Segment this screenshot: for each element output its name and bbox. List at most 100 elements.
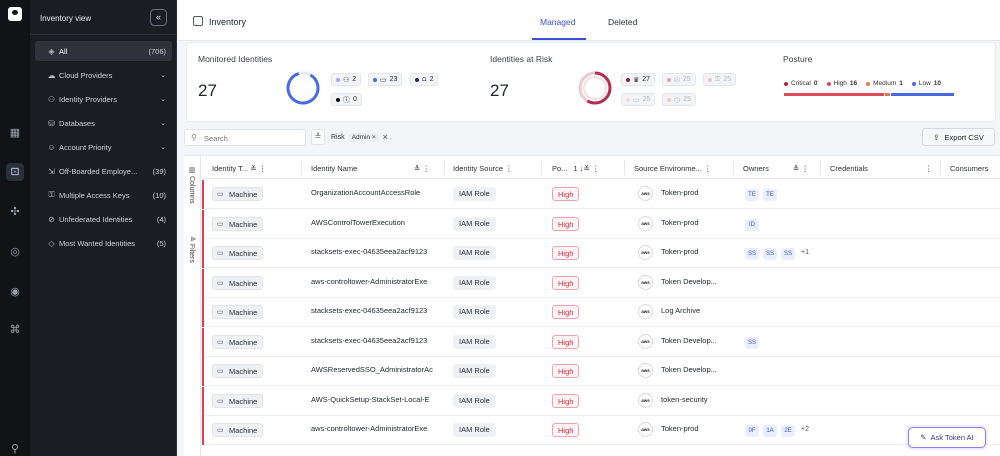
risk-chip-screen[interactable]: ▭ 25 (621, 93, 656, 106)
table-row[interactable]: ▭ Machine OrganizationAccountAccessRole IAM… (202, 180, 1000, 209)
source-environment: Token-prod (661, 217, 699, 227)
clear-filters-icon[interactable]: × (383, 132, 388, 142)
owner-avatar[interactable]: TE (763, 189, 777, 201)
coin-icon[interactable]: ◉ (6, 283, 24, 301)
more-owners[interactable]: +2 (801, 426, 809, 433)
filter-icon[interactable]: ≚ (250, 164, 256, 173)
menu-icon[interactable]: ⋮ (505, 164, 513, 173)
ask-token-ai-button[interactable]: ✎ Ask Token AI (908, 427, 986, 448)
filter-icon[interactable]: ≚ (793, 164, 799, 173)
tab-managed[interactable]: Managed (540, 17, 575, 27)
identity-name[interactable]: aws-controltower-AdministratorExe (311, 277, 439, 286)
owner-avatar[interactable]: TE (745, 189, 759, 201)
monitored-chip-human[interactable]: ⚇ 2 (331, 73, 362, 86)
column-header-consumers[interactable]: Consumers (950, 164, 988, 173)
owner-avatar[interactable]: SS (781, 248, 796, 260)
table-row[interactable]: ▭ Machine stacksets-exec-04635eea2acf9123 I… (202, 327, 1000, 357)
sidebar-item-all[interactable]: ◈ All (706) (35, 41, 172, 61)
table-row[interactable]: ▭ Machine aws-controltower-AdministratorEx… (202, 416, 1000, 445)
menu-icon[interactable]: ⋮ (704, 164, 712, 173)
identity-name[interactable]: AWSControlTowerExecution (311, 218, 439, 227)
menu-icon[interactable]: ⋮ (801, 164, 809, 173)
column-header-identity-name[interactable]: Identity Name (311, 164, 357, 173)
column-header-credentials[interactable]: Credentials (830, 164, 868, 173)
column-header-source-environment[interactable]: Source Environme... ⋮ (634, 164, 712, 173)
chevron-down-icon: ⌄ (160, 72, 166, 79)
menu-icon[interactable]: ⋮ (925, 164, 933, 173)
monitor-icon: ▭ (380, 76, 387, 84)
risk-chip-crown[interactable]: ♛ 27 (621, 73, 656, 86)
table-row[interactable]: ▭ Machine AWSControlTowerExecution IAM Role… (202, 209, 1000, 239)
tab-deleted[interactable]: Deleted (608, 17, 637, 27)
column-header-identity-source[interactable]: Identity Source ⋮ (453, 164, 513, 173)
column-header-credentials-tools[interactable]: ⋮ (925, 164, 933, 173)
owner-avatar[interactable]: ID (745, 218, 759, 231)
filter-icon[interactable]: ≚ (414, 164, 420, 173)
owner-avatar[interactable]: SS (763, 248, 778, 260)
risk-chip-clock[interactable]: ◷ 25 (662, 93, 696, 106)
monitored-chip-service[interactable]: ⩍ 2 (410, 73, 439, 86)
monitored-chip-unknown[interactable]: ⓘ 0 (331, 93, 362, 106)
filters-toggle[interactable]: ≚ Filters (187, 236, 195, 263)
posture-medium-value: 1 (899, 80, 903, 87)
sidebar-item-most-wanted-identities[interactable]: ◇ Most Wanted Identities (5) (35, 233, 172, 253)
source-environment: Token-prod (661, 424, 699, 433)
identity-name[interactable]: stacksets-exec-04635eea2acf9123 (311, 247, 439, 256)
sidebar-item-offboarded-employees[interactable]: ⇲ Off-Boarded Employe... (39) (35, 161, 172, 181)
remove-tag-icon[interactable]: × (372, 134, 376, 141)
export-csv-button[interactable]: ⇪ Export CSV (922, 128, 995, 146)
table-row[interactable]: ▭ Machine stacksets-exec-04635eea2acf9123 I… (202, 239, 1000, 268)
dashboard-icon[interactable]: ▦ (6, 124, 24, 142)
monitor-icon: ▭ (217, 220, 224, 228)
menu-icon[interactable]: ⋮ (592, 164, 600, 173)
identity-name[interactable]: aws-controltower-AdministratorExe (311, 424, 439, 433)
owner-avatar[interactable]: 1A (763, 425, 777, 437)
column-header-owners-tools[interactable]: ≚ ⋮ (793, 164, 809, 173)
owner-avatar[interactable]: SS (745, 336, 760, 349)
columns-toggle[interactable]: ▥ Columns (187, 166, 195, 204)
identity-name[interactable]: AWSReservedSSO_AdministratorAc (311, 365, 439, 374)
identity-name[interactable]: stacksets-exec-04635eea2acf9123 (311, 306, 439, 315)
inventory-sidebar: Inventory view « ◈ All (706) ☁ Cloud Pro… (30, 0, 177, 456)
column-header-identity-type[interactable]: Identity T... ≚ ⋮ (212, 164, 266, 173)
sidebar-item-multiple-access-keys[interactable]: ⚿ Multiple Access Keys (10) (35, 185, 172, 205)
monitor-icon: ▭ (217, 191, 224, 198)
sidebar-item-identity-providers[interactable]: ⚇ Identity Providers ⌄ (35, 89, 172, 109)
owner-avatar[interactable]: 0F (745, 425, 759, 437)
identity-name[interactable]: OrganizationAccountAccessRole (311, 188, 439, 197)
sort-desc-icon[interactable]: ↓≚ (580, 164, 590, 173)
menu-icon[interactable]: ⋮ (259, 164, 267, 173)
owner-avatar[interactable]: 2E (781, 425, 795, 437)
monitored-chip-machine[interactable]: ▭ 23 (368, 73, 403, 86)
filter-button[interactable]: ≚ (311, 129, 325, 145)
owner-avatar[interactable]: SS (745, 248, 760, 260)
more-owners[interactable]: +1 (801, 249, 809, 256)
source-environment: Token-prod (661, 188, 699, 197)
risk-chip-database[interactable]: ⛁ 25 (662, 73, 696, 86)
link-icon[interactable]: ⚲ (6, 440, 24, 456)
table-row[interactable]: ▭ Machine stacksets-exec-04635eea2acf9123 I… (202, 298, 1000, 327)
sidebar-item-account-priority[interactable]: ☺ Account Priority ⌄ (35, 137, 172, 157)
sidebar-item-databases[interactable]: ⛁ Databases ⌄ (35, 113, 172, 133)
posture-bar-low (891, 93, 954, 96)
collapse-sidebar-button[interactable]: « (150, 9, 167, 26)
search-input[interactable] (204, 132, 299, 144)
column-header-name-tools[interactable]: ≚ ⋮ (414, 164, 430, 173)
sidebar-item-cloud-providers[interactable]: ☁ Cloud Providers ⌄ (35, 65, 172, 85)
table-row[interactable]: ▭ Machine aws-controltower-AdministratorEx… (202, 268, 1000, 298)
sidebar-item-unfederated-identities[interactable]: ⊘ Unfederated Identities (4) (35, 209, 172, 229)
table-row[interactable]: ▭ Machine AWS-QuickSetup-StackSet-Local-E I… (202, 386, 1000, 416)
risk-chip-key[interactable]: ⚿ 25 (703, 73, 737, 86)
monitored-identities-count: 27 (198, 81, 217, 100)
target-icon[interactable]: ◎ (6, 243, 24, 261)
identity-name[interactable]: AWS-QuickSetup-StackSet-Local-E (311, 395, 439, 404)
sidebar-item-label: Identity Providers (59, 94, 117, 104)
network-icon[interactable]: ✣ (6, 203, 24, 221)
inventory-icon[interactable]: ⊡ (6, 163, 24, 181)
identity-name[interactable]: stacksets-exec-04635eea2acf9123 (311, 336, 439, 345)
column-header-owners[interactable]: Owners (743, 164, 769, 173)
table-row[interactable]: ▭ Machine AWSReservedSSO_AdministratorAc IA… (202, 357, 1000, 386)
menu-icon[interactable]: ⋮ (422, 164, 430, 173)
column-header-posture[interactable]: Po... 1 ↓≚ ⋮ (552, 164, 599, 173)
integrations-icon[interactable]: ⌘ (6, 321, 24, 339)
